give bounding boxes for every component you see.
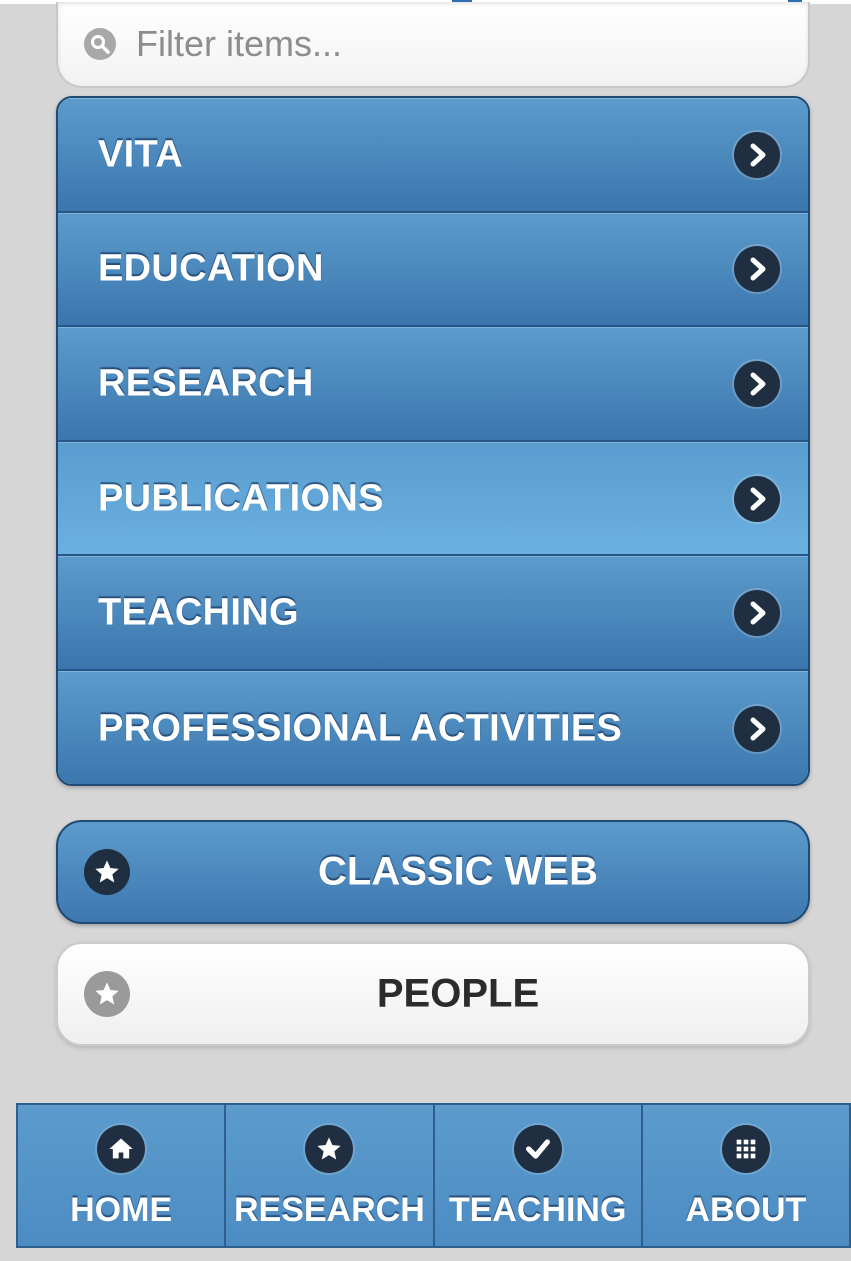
filter-input[interactable] (136, 22, 776, 66)
chevron-right-icon (734, 246, 780, 293)
list-item-label: EDUCATION (98, 247, 324, 290)
nav-label: RESEARCH (233, 1191, 425, 1229)
list-item-publications[interactable]: PUBLICATIONS (58, 441, 808, 557)
nav-label: TEACHING (448, 1191, 627, 1229)
grid-icon (721, 1125, 770, 1173)
list-item-teaching[interactable]: TEACHING (58, 556, 808, 671)
main-menu-list: VITA EDUCATION RESEARCH PUBLICATIONS TEA… (56, 96, 810, 786)
classic-web-label: CLASSIC WEB (318, 849, 598, 894)
star-icon (305, 1125, 354, 1173)
list-item-vita[interactable]: VITA (58, 98, 808, 213)
chevron-right-icon (734, 360, 780, 407)
list-item-education[interactable]: EDUCATION (58, 212, 808, 328)
nav-label: ABOUT (685, 1191, 807, 1229)
home-icon (97, 1125, 146, 1173)
nav-label: HOME (70, 1191, 173, 1229)
list-item-professional-activities[interactable]: PROFESSIONAL ACTIVITIES (58, 670, 808, 784)
nav-item-home[interactable]: HOME (18, 1105, 227, 1246)
nav-item-research[interactable]: RESEARCH (226, 1105, 435, 1246)
people-button[interactable]: PEOPLE (56, 942, 810, 1046)
search-icon (84, 28, 116, 60)
list-item-research[interactable]: RESEARCH (58, 327, 808, 442)
filter-search-bar[interactable] (56, 2, 810, 88)
list-item-label: TEACHING (98, 591, 299, 634)
chevron-right-icon (734, 590, 780, 637)
list-item-label: VITA (98, 133, 183, 176)
bottom-navbar: HOME RESEARCH TEACHING ABOUT (16, 1103, 851, 1248)
chevron-right-icon (734, 131, 780, 178)
classic-web-button[interactable]: CLASSIC WEB (56, 820, 810, 924)
people-label: PEOPLE (376, 971, 540, 1016)
chevron-right-icon (734, 705, 780, 752)
list-item-label: PUBLICATIONS (98, 477, 384, 520)
list-item-label: PROFESSIONAL ACTIVITIES (98, 707, 623, 750)
chevron-right-icon (734, 475, 780, 522)
list-item-label: RESEARCH (98, 362, 314, 405)
nav-item-about[interactable]: ABOUT (642, 1105, 851, 1246)
check-icon (513, 1125, 562, 1173)
nav-item-teaching[interactable]: TEACHING (434, 1105, 643, 1246)
